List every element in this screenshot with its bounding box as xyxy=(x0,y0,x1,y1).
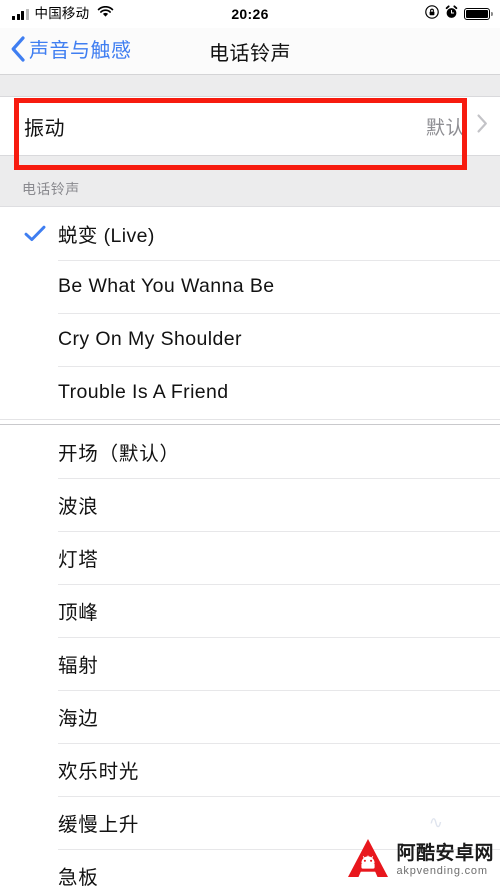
builtin-ringtone-list: 开场（默认） 波浪 灯塔 顶峰 辐射 海边 欢乐时光 缓慢上升 急板 xyxy=(0,425,500,889)
list-item-label: 波浪 xyxy=(58,496,99,518)
list-item[interactable]: Be What You Wanna Be xyxy=(0,260,500,313)
list-item-label: 海边 xyxy=(58,708,99,730)
cellular-signal-icon xyxy=(12,8,29,20)
chevron-left-icon xyxy=(10,35,26,67)
status-bar: 中国移动 20:26 xyxy=(0,0,500,28)
list-item-label: 蜕变 (Live) xyxy=(58,225,155,247)
checkmark-icon xyxy=(24,225,58,242)
list-item-label: 灯塔 xyxy=(58,549,99,571)
list-item[interactable]: 开场（默认） xyxy=(0,425,500,478)
list-item[interactable]: 波浪 xyxy=(0,478,500,531)
list-item-label: 辐射 xyxy=(58,655,99,677)
list-item-label: 缓慢上升 xyxy=(58,814,140,836)
section-header-ringtone: 电话铃声 xyxy=(0,171,500,206)
settings-content: 振动 默认 电话铃声 蜕变 (Live) Be What You Wanna B… xyxy=(0,75,500,889)
rotation-lock-icon xyxy=(425,4,439,24)
list-item[interactable]: 欢乐时光 xyxy=(0,743,500,796)
list-item[interactable]: 急板 xyxy=(0,849,500,889)
list-item-label: 欢乐时光 xyxy=(58,761,140,783)
top-spacer xyxy=(0,75,500,96)
carrier-label: 中国移动 xyxy=(34,6,90,22)
vibration-row[interactable]: 振动 默认 xyxy=(0,97,500,155)
list-item[interactable]: Trouble Is A Friend xyxy=(0,366,500,419)
list-item-label: 开场（默认） xyxy=(58,443,180,465)
list-item[interactable]: 顶峰 xyxy=(0,584,500,637)
list-item-label: 急板 xyxy=(58,867,99,889)
list-item[interactable]: 辐射 xyxy=(0,637,500,690)
list-item[interactable]: Cry On My Shoulder xyxy=(0,313,500,366)
list-item-label: Be What You Wanna Be xyxy=(58,275,275,297)
vibration-group: 振动 默认 xyxy=(0,96,500,156)
list-item[interactable]: 灯塔 xyxy=(0,531,500,584)
list-item-label: Trouble Is A Friend xyxy=(58,381,229,403)
list-item-label: Cry On My Shoulder xyxy=(58,328,242,350)
list-item[interactable]: 海边 xyxy=(0,690,500,743)
vibration-label: 振动 xyxy=(24,117,65,140)
battery-full-icon xyxy=(464,8,493,20)
list-item-label: 顶峰 xyxy=(58,602,99,624)
wifi-icon xyxy=(97,5,114,23)
vibration-value: 默认 xyxy=(425,117,465,139)
back-button[interactable]: 声音与触感 xyxy=(0,35,132,67)
navigation-bar: 声音与触感 电话铃声 xyxy=(0,28,500,75)
custom-ringtone-list: 蜕变 (Live) Be What You Wanna Be Cry On My… xyxy=(0,206,500,419)
status-bar-right xyxy=(425,4,493,24)
status-bar-left: 中国移动 xyxy=(12,5,114,23)
vibration-row-right: 默认 xyxy=(426,113,488,140)
back-button-label: 声音与触感 xyxy=(29,40,132,62)
alarm-clock-icon xyxy=(445,4,458,24)
list-item[interactable]: 缓慢上升 xyxy=(0,796,500,849)
list-item[interactable]: 蜕变 (Live) xyxy=(0,207,500,260)
group-spacer xyxy=(0,156,500,171)
chevron-right-icon xyxy=(477,114,488,138)
